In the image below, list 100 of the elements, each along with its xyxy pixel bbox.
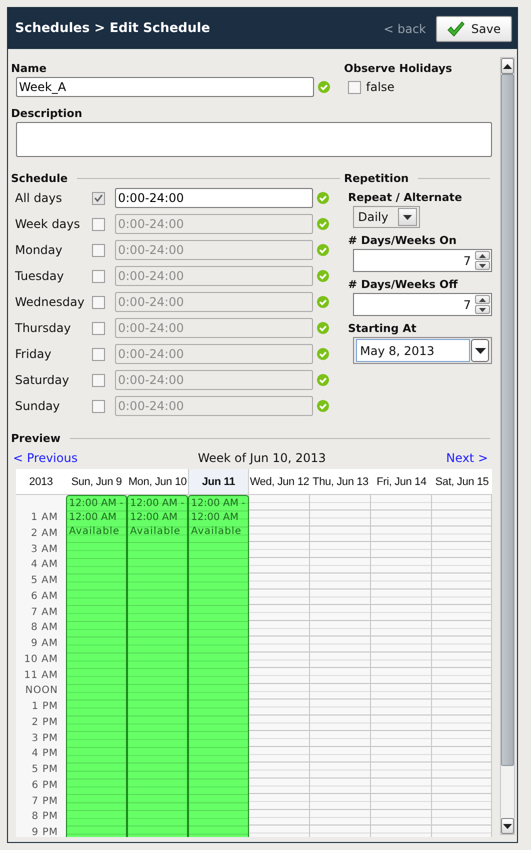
- hour-label: 2 PM: [32, 716, 58, 728]
- availability-event[interactable]: 12:00 AM - 12:00 AM Available: [188, 495, 249, 837]
- time-range-field[interactable]: 0:00-24:00: [115, 188, 313, 208]
- section-heading: Schedule: [11, 172, 68, 184]
- day-label: All days: [15, 191, 64, 205]
- field-label: Description: [11, 107, 84, 120]
- valid-check-icon: [317, 270, 329, 282]
- day-label: Thursday: [15, 321, 72, 335]
- hour-label: 9 AM: [30, 638, 58, 650]
- availability-event[interactable]: 12:00 AM - 12:00 AM Available: [66, 495, 127, 837]
- hour-label: 4 AM: [30, 559, 58, 570]
- down-arrow-icon[interactable]: [479, 264, 486, 268]
- hour-label: 3 AM: [30, 544, 58, 555]
- scroll-thumb[interactable]: [501, 74, 514, 766]
- up-arrow-icon[interactable]: [479, 254, 486, 258]
- days-on-spinner[interactable]: 7: [353, 249, 492, 272]
- up-arrow-icon[interactable]: [479, 298, 486, 302]
- field-label: # Days/Weeks Off: [348, 278, 459, 291]
- day-checkbox[interactable]: [92, 296, 105, 308]
- valid-check-icon: [317, 244, 329, 256]
- day-header[interactable]: Thu, Jun 13: [310, 469, 371, 494]
- checkbox-label: false: [366, 80, 395, 94]
- field-label: Observe Holidays: [344, 62, 454, 75]
- day-label: Tuesday: [15, 269, 65, 283]
- hour-label: 7 AM: [30, 606, 58, 618]
- hour-label: 10 AM: [24, 654, 58, 665]
- next-link[interactable]: Next >: [446, 451, 488, 465]
- scroll-down-icon[interactable]: [503, 824, 512, 828]
- day-header[interactable]: Sat, Jun 15: [432, 469, 492, 494]
- valid-check-icon: [317, 218, 329, 230]
- dropdown-arrow-icon: [403, 214, 412, 220]
- start-date-picker[interactable]: May 8, 2013: [353, 337, 492, 364]
- valid-check-icon: [317, 192, 329, 204]
- day-header[interactable]: Sun, Jun 9: [66, 469, 127, 494]
- hour-label: 7 PM: [32, 796, 58, 807]
- page-title: Schedules > Edit Schedule: [15, 21, 212, 36]
- hour-label: 8 PM: [32, 811, 58, 822]
- hour-label: 3 PM: [32, 732, 58, 744]
- scroll-up-icon[interactable]: [503, 64, 512, 68]
- hour-label: 2 AM: [30, 528, 58, 539]
- valid-check-icon: [318, 81, 330, 93]
- day-checkbox[interactable]: [92, 192, 105, 204]
- hour-label: 9 PM: [32, 827, 58, 837]
- holidays-checkbox[interactable]: [348, 80, 361, 94]
- hour-label: 1 AM: [30, 512, 58, 524]
- year-label: 2013: [29, 476, 53, 488]
- event-title: Available: [191, 525, 242, 539]
- valid-check-icon: [317, 348, 329, 360]
- day-label: Saturday: [15, 373, 70, 387]
- hour-label: 1 PM: [32, 701, 58, 712]
- day-checkbox[interactable]: [92, 322, 105, 334]
- dropdown-arrow-icon: [474, 348, 486, 354]
- day-label: Monday: [15, 243, 64, 257]
- day-header[interactable]: Jun 11: [188, 469, 249, 494]
- save-button[interactable]: Save: [436, 16, 512, 42]
- day-checkbox[interactable]: [92, 218, 105, 230]
- days-off-spinner[interactable]: 7: [353, 293, 492, 316]
- hour-label: 11 AM: [24, 670, 58, 681]
- hour-label: 4 PM: [32, 748, 58, 760]
- section-heading: Repetition: [344, 172, 409, 184]
- checkmark-icon: [447, 20, 466, 36]
- event-time: 12:00 AM - 12:00 AM: [191, 497, 246, 525]
- event-time: 12:00 AM - 12:00 AM: [130, 497, 184, 525]
- hour-label: NOON: [25, 685, 58, 696]
- day-header[interactable]: Wed, Jun 12: [249, 469, 310, 494]
- hour-label: 6 PM: [32, 780, 58, 791]
- availability-event[interactable]: 12:00 AM - 12:00 AM Available: [127, 495, 188, 837]
- event-title: Available: [69, 525, 120, 539]
- field-label: # Days/Weeks On: [348, 234, 458, 247]
- day-label: Friday: [15, 347, 52, 361]
- scrollbar[interactable]: [500, 57, 515, 835]
- event-time: 12:00 AM - 12:00 AM: [69, 497, 124, 525]
- valid-check-icon: [317, 400, 329, 412]
- repeat-dropdown[interactable]: Daily: [353, 206, 420, 228]
- hour-label: 5 AM: [30, 575, 58, 586]
- day-checkbox[interactable]: [92, 244, 105, 256]
- description-field[interactable]: [16, 122, 492, 157]
- week-title: Week of Jun 10, 2013: [198, 451, 326, 465]
- section-heading: Preview: [11, 432, 61, 444]
- down-arrow-icon[interactable]: [479, 308, 486, 312]
- field-label: Name: [11, 62, 48, 75]
- previous-link[interactable]: < Previous: [13, 451, 78, 465]
- day-label: Week days: [15, 217, 82, 231]
- valid-check-icon: [317, 322, 329, 334]
- hour-label: 8 AM: [30, 622, 58, 634]
- valid-check-icon: [317, 296, 329, 308]
- day-checkbox[interactable]: [92, 270, 105, 282]
- day-header[interactable]: Fri, Jun 14: [371, 469, 432, 494]
- day-checkbox[interactable]: [92, 400, 105, 412]
- field-label: Starting At: [348, 322, 418, 335]
- event-title: Available: [130, 525, 181, 539]
- back-link[interactable]: < back: [384, 22, 426, 36]
- day-checkbox[interactable]: [92, 348, 105, 360]
- day-label: Wednesday: [15, 295, 86, 309]
- name-field[interactable]: Week_A: [16, 77, 314, 97]
- field-label: Repeat / Alternate: [348, 191, 464, 204]
- valid-check-icon: [317, 374, 329, 386]
- day-header[interactable]: Mon, Jun 10: [127, 469, 188, 494]
- day-checkbox[interactable]: [92, 374, 105, 386]
- day-label: Sunday: [15, 399, 61, 413]
